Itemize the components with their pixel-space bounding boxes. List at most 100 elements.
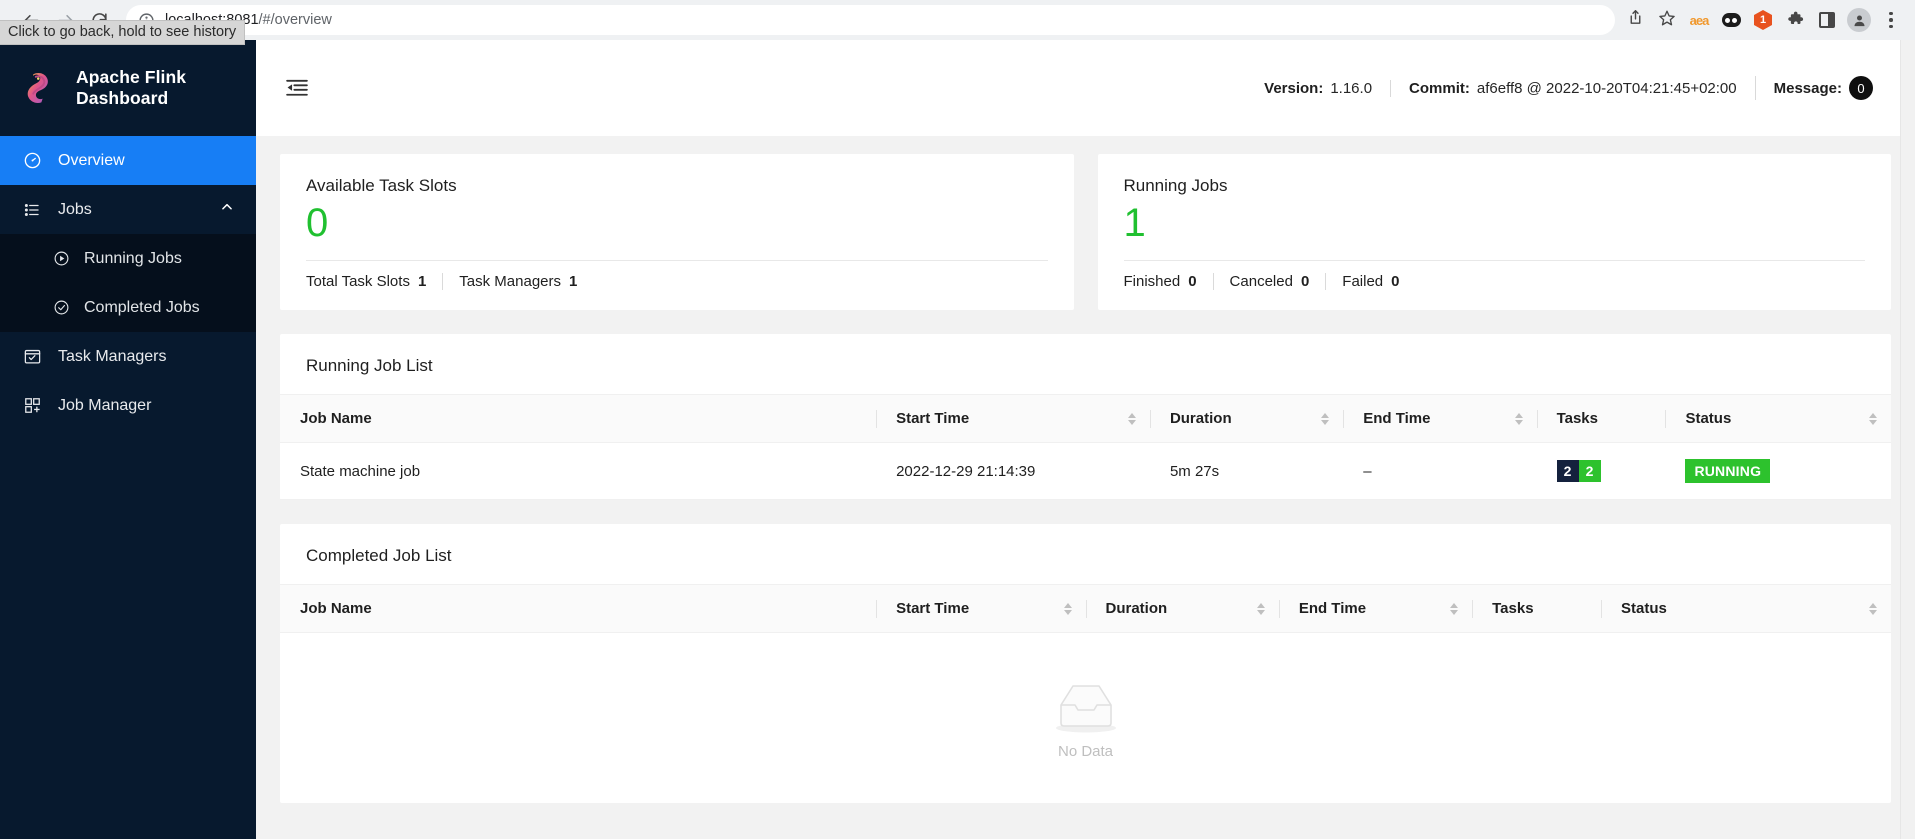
column-tasks[interactable]: Tasks bbox=[1472, 584, 1601, 633]
chevron-up-icon[interactable] bbox=[220, 200, 234, 219]
cell-tasks: 2 2 bbox=[1536, 442, 1666, 500]
version-label: Version: bbox=[1264, 79, 1324, 97]
stat-label: Failed bbox=[1342, 273, 1384, 290]
cell-status: RUNNING bbox=[1665, 442, 1891, 500]
sidebar-item-task-managers[interactable]: Task Managers bbox=[0, 332, 256, 381]
column-start-time[interactable]: Start Time bbox=[876, 584, 1086, 633]
extension-dark-button[interactable] bbox=[1717, 6, 1745, 34]
list-icon bbox=[22, 200, 42, 220]
check-circle-icon bbox=[52, 299, 70, 317]
chrome-menu-button[interactable] bbox=[1877, 6, 1905, 34]
share-button[interactable] bbox=[1621, 6, 1649, 34]
table-header-row: Job Name Start Time Duration End Time Ta… bbox=[280, 584, 1891, 633]
panel-title: Completed Job List bbox=[306, 546, 452, 565]
column-label: Duration bbox=[1105, 600, 1168, 617]
sidebar-item-completed-jobs[interactable]: Completed Jobs bbox=[0, 283, 256, 332]
column-tasks[interactable]: Tasks bbox=[1536, 394, 1666, 443]
card-value: 1 bbox=[1123, 201, 1146, 245]
column-end-time[interactable]: End Time bbox=[1343, 394, 1537, 443]
column-label: End Time bbox=[1298, 600, 1367, 617]
side-panel-icon bbox=[1819, 12, 1835, 28]
dark-pill-extension-icon bbox=[1721, 13, 1741, 27]
extension-badge-button[interactable]: 1 bbox=[1749, 6, 1777, 34]
sidebar-item-running-jobs[interactable]: Running Jobs bbox=[0, 234, 256, 283]
column-start-time[interactable]: Start Time bbox=[876, 394, 1150, 443]
sidebar-item-overview[interactable]: Overview bbox=[0, 136, 256, 185]
divider bbox=[306, 260, 1048, 261]
sort-icon[interactable] bbox=[1321, 412, 1330, 425]
version-value: 1.16.0 bbox=[1330, 79, 1373, 97]
extension-aea-button[interactable]: aea bbox=[1685, 6, 1713, 34]
table-row[interactable]: State machine job 2022-12-29 21:14:39 5m… bbox=[280, 442, 1891, 500]
address-bar[interactable]: localhost:8081/#/overview bbox=[126, 5, 1615, 35]
column-duration[interactable]: Duration bbox=[1149, 394, 1344, 443]
main-content: Version: 1.16.0 Commit: af6eff8 @ 2022-1… bbox=[256, 40, 1915, 839]
extensions-button[interactable] bbox=[1781, 6, 1809, 34]
avatar-icon bbox=[1847, 8, 1871, 32]
side-panel-button[interactable] bbox=[1813, 6, 1841, 34]
flink-squirrel-logo-icon bbox=[22, 68, 62, 108]
column-label: End Time bbox=[1363, 410, 1431, 427]
column-label: Start Time bbox=[896, 410, 970, 427]
column-label: Status bbox=[1685, 410, 1732, 427]
brand-header[interactable]: Apache Flink Dashboard bbox=[0, 40, 256, 136]
stat-value: 0 bbox=[1300, 273, 1310, 290]
sort-icon[interactable] bbox=[1127, 412, 1136, 425]
finished-stat: Finished 0 bbox=[1124, 273, 1213, 290]
column-end-time[interactable]: End Time bbox=[1278, 584, 1473, 633]
column-label: Duration bbox=[1169, 410, 1232, 427]
available-task-slots-card: Available Task Slots 0 Total Task Slots … bbox=[280, 154, 1074, 310]
sort-icon[interactable] bbox=[1869, 412, 1877, 425]
column-status[interactable]: Status bbox=[1601, 584, 1891, 633]
column-job-name[interactable]: Job Name bbox=[280, 394, 877, 443]
bookmark-button[interactable] bbox=[1653, 6, 1681, 34]
sort-icon[interactable] bbox=[1256, 602, 1265, 615]
column-duration[interactable]: Duration bbox=[1085, 584, 1279, 633]
sort-icon[interactable] bbox=[1063, 602, 1072, 615]
commit-label: Commit: bbox=[1409, 79, 1470, 97]
sidebar-item-job-manager[interactable]: Job Manager bbox=[0, 381, 256, 430]
back-button-tooltip: Click to go back, hold to see history bbox=[0, 20, 246, 45]
sidebar-item-label: Jobs bbox=[58, 200, 92, 218]
puzzle-icon bbox=[1786, 9, 1804, 32]
running-job-list-panel: Running Job List Job Name Start Time Dur… bbox=[280, 334, 1891, 500]
sidebar-item-jobs[interactable]: Jobs bbox=[0, 185, 256, 234]
running-jobs-table: Job Name Start Time Duration End Time Ta… bbox=[280, 394, 1891, 500]
total-task-slots-stat: Total Task Slots 1 bbox=[306, 273, 442, 290]
commit-info: Commit: af6eff8 @ 2022-10-20T04:21:45+02… bbox=[1390, 79, 1755, 97]
completed-job-list-panel: Completed Job List Job Name Start Time D… bbox=[280, 524, 1891, 803]
flink-dashboard-app: Apache Flink Dashboard Overview Jobs Run… bbox=[0, 40, 1915, 839]
card-value: 0 bbox=[306, 201, 329, 245]
profile-button[interactable] bbox=[1845, 6, 1873, 34]
message-label: Message: bbox=[1773, 79, 1842, 97]
empty-row: No Data bbox=[280, 633, 1891, 804]
sidebar-item-label: Overview bbox=[58, 151, 125, 169]
column-label: Tasks bbox=[1556, 410, 1598, 427]
stat-label: Canceled bbox=[1229, 273, 1293, 290]
aea-extension-icon: aea bbox=[1689, 12, 1710, 28]
column-label: Start Time bbox=[896, 600, 970, 617]
panel-title: Running Job List bbox=[306, 356, 433, 375]
sort-icon[interactable] bbox=[1450, 602, 1459, 615]
message-info[interactable]: Message: 0 bbox=[1754, 76, 1891, 100]
play-circle-icon bbox=[52, 250, 70, 268]
sidebar-item-label: Task Managers bbox=[58, 347, 167, 365]
column-job-name[interactable]: Job Name bbox=[280, 584, 877, 633]
page-scrollbar[interactable] bbox=[1900, 40, 1915, 839]
card-footer: Finished 0 Canceled 0 Failed 0 bbox=[1124, 273, 1866, 290]
task-badge-running: 2 bbox=[1578, 460, 1601, 482]
column-status[interactable]: Status bbox=[1665, 394, 1891, 443]
task-manager-icon bbox=[22, 347, 42, 367]
job-manager-icon bbox=[22, 396, 42, 416]
running-jobs-card: Running Jobs 1 Finished 0 Canceled 0 Fai… bbox=[1097, 154, 1891, 310]
sort-icon[interactable] bbox=[1869, 602, 1877, 615]
cell-job-name[interactable]: State machine job bbox=[280, 442, 877, 500]
stat-value: 1 bbox=[569, 273, 578, 290]
sidebar-jobs-submenu: Running Jobs Completed Jobs bbox=[0, 234, 256, 332]
cell-end-time: – bbox=[1343, 442, 1537, 500]
column-label: Tasks bbox=[1492, 600, 1534, 617]
menu-fold-icon[interactable] bbox=[286, 79, 308, 97]
column-label: Job Name bbox=[300, 410, 372, 427]
sort-icon[interactable] bbox=[1514, 412, 1523, 425]
completed-jobs-table: Job Name Start Time Duration End Time Ta… bbox=[280, 584, 1891, 803]
